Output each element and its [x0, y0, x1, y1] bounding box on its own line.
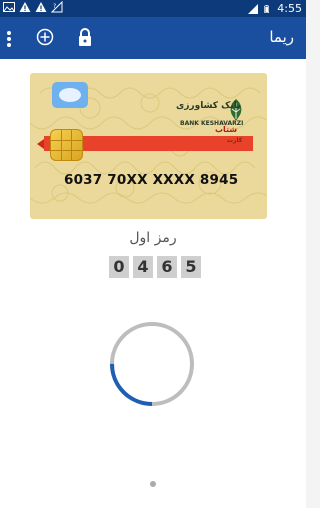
svg-text:?: ?: [53, 3, 56, 10]
contactless-badge: [52, 82, 88, 108]
pin-digit: 6: [157, 256, 177, 278]
bank-name-fa: بانک کشاورزی: [176, 101, 241, 111]
app-bar: ریما: [0, 17, 306, 59]
image-icon: [3, 2, 15, 12]
main-content: بانک کشاورزی BANK KESHAVARZI شتاب کارت 6…: [0, 59, 306, 508]
app-title: ریما: [269, 28, 294, 46]
signal-icon: ?: [51, 1, 63, 13]
card-brand-sub: کارت: [227, 137, 243, 144]
overflow-menu-icon[interactable]: [4, 27, 14, 49]
signal-4g-icon: [248, 3, 259, 14]
pin-digit: 5: [181, 256, 201, 278]
pin-digit: 4: [133, 256, 153, 278]
warning-icon: [35, 2, 47, 12]
loading-spinner: [110, 322, 194, 406]
battery-icon: [264, 4, 270, 13]
page-indicator-dot: [150, 481, 156, 487]
emv-chip: [50, 129, 83, 161]
pin-digit: 0: [109, 256, 129, 278]
bank-card: بانک کشاورزی BANK KESHAVARZI شتاب کارت 6…: [30, 73, 267, 219]
warning-icon: [19, 2, 31, 12]
card-brand: شتاب: [215, 125, 238, 134]
card-number: 6037 70XX XXXX 8945: [64, 172, 239, 188]
status-bar: ? 4:55: [0, 0, 306, 17]
pin-label: رمز اول: [129, 230, 177, 246]
status-time: 4:55: [277, 2, 302, 15]
pin-digits: 0 4 6 5: [109, 256, 201, 278]
lock-icon[interactable]: [77, 27, 93, 47]
card-arrow: [37, 139, 44, 149]
add-circle-icon[interactable]: [36, 28, 54, 46]
